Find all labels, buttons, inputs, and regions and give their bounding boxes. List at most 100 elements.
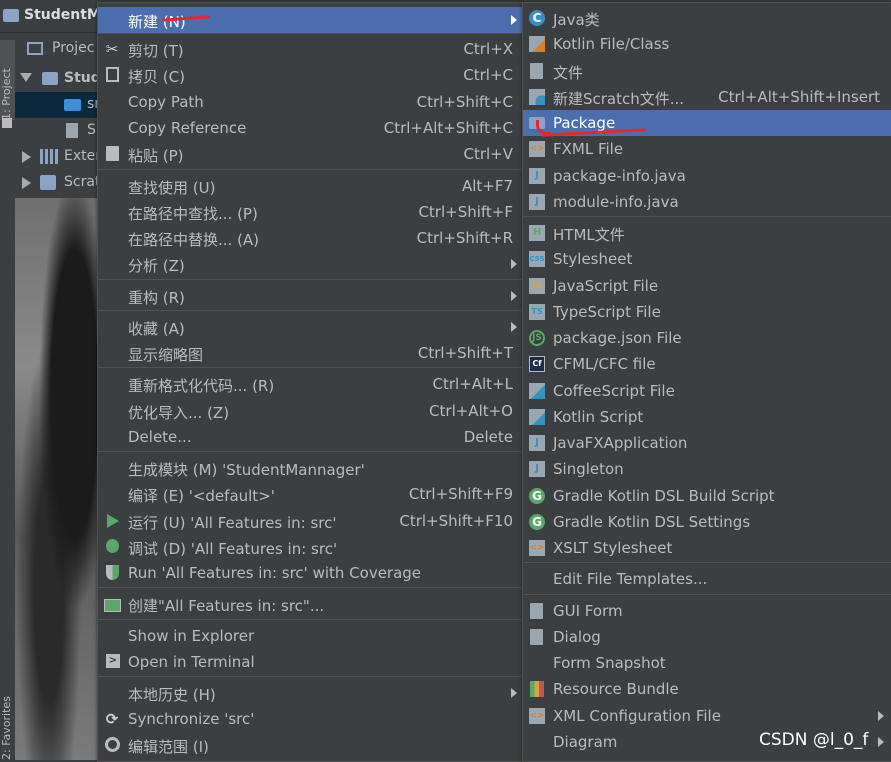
tree-row-src[interactable]: sr <box>15 92 100 118</box>
new-submenu-item[interactable]: Jmodule-info.java <box>523 189 891 215</box>
new-submenu-item[interactable]: TS TypeScript File <box>523 299 891 325</box>
project-title: StudentM <box>24 7 101 23</box>
new-submenu-item[interactable]: G Gradle Kotlin DSL Build Script <box>523 483 891 509</box>
new-submenu-item[interactable]: H HTML文件 <box>523 220 891 246</box>
favorites-tool-tab[interactable]: 2: Favorites <box>0 676 15 760</box>
new-submenu-item[interactable]: Dialog <box>523 624 891 650</box>
singleton-icon: J <box>529 461 545 477</box>
menu-item-label: 重新格式化代码... (R) <box>128 377 275 395</box>
context-menu-item[interactable]: Copy Path Ctrl+Shift+C <box>98 89 523 115</box>
resource-bundle-icon <box>530 681 544 697</box>
tree-row-project-view[interactable]: Projec <box>15 36 100 62</box>
expand-arrow-icon[interactable] <box>22 177 31 189</box>
context-menu-item[interactable]: 生成模块 (M) 'StudentMannager' <box>98 455 523 481</box>
context-menu-item[interactable]: Show in Explorer <box>98 623 523 649</box>
menu-item-label: 新建 (N) <box>128 13 186 31</box>
menu-item-label: 创建"All Features in: src"... <box>128 597 325 615</box>
context-menu-item[interactable]: 显示缩略图 Ctrl+Shift+T <box>98 340 523 366</box>
java-file-icon: J <box>529 168 545 184</box>
context-menu-item[interactable]: 重新格式化代码... (R) Ctrl+Alt+L <box>98 371 523 397</box>
new-submenu-item[interactable]: C Java类 <box>523 5 891 31</box>
context-menu-item[interactable]: 编辑范围 (I) <box>98 732 523 758</box>
context-menu-item[interactable]: 粘贴 (P) Ctrl+V <box>98 141 523 167</box>
expand-arrow-icon[interactable] <box>20 73 32 82</box>
new-submenu-item[interactable]: CoffeeScript File <box>523 378 891 404</box>
context-menu-item[interactable]: Run 'All Features in: src' with Coverage <box>98 560 523 586</box>
new-submenu-item[interactable]: J JavaFXApplication <box>523 430 891 456</box>
context-menu-item[interactable]: ⟳ Synchronize 'src' <box>98 706 523 732</box>
context-menu-item[interactable]: 编译 (E) '<default>' Ctrl+Shift+F9 <box>98 481 523 507</box>
submenu-arrow-icon <box>511 259 517 269</box>
tree-row-file[interactable]: S <box>15 118 100 144</box>
menu-item-shortcut: Ctrl+Alt+L <box>432 375 514 393</box>
tree-row-scratches[interactable]: Scrat <box>15 170 100 196</box>
menu-item-label: CoffeeScript File <box>553 382 675 400</box>
new-submenu-item[interactable]: 文件 <box>523 58 891 84</box>
menu-item-label: Package <box>553 114 616 132</box>
context-menu-item[interactable]: 重构 (R) <box>98 283 523 309</box>
context-menu-item[interactable]: 在路径中替换... (A) Ctrl+Shift+R <box>98 225 523 251</box>
tree-row-external-libraries[interactable]: Exter <box>15 144 100 170</box>
new-submenu-item[interactable]: Kotlin File/Class <box>523 31 891 57</box>
new-submenu-item[interactable]: JS package.json File <box>523 325 891 351</box>
tree-row-module[interactable]: Stud <box>15 66 100 92</box>
menu-item-label: package-info.java <box>553 167 686 185</box>
menu-separator <box>98 619 523 620</box>
context-menu-item[interactable]: Delete... Delete <box>98 424 523 450</box>
new-submenu-item[interactable]: GUI Form <box>523 598 891 624</box>
menu-item-label: Gradle Kotlin DSL Settings <box>553 513 751 531</box>
context-menu-item[interactable]: 查找使用 (U) Alt+F7 <box>98 173 523 199</box>
fxml-file-icon: <> <box>529 141 545 157</box>
submenu-arrow-icon <box>511 688 517 698</box>
copy-icon <box>106 67 119 82</box>
expand-arrow-icon[interactable] <box>22 151 31 163</box>
context-menu-item[interactable]: 本地历史 (H) <box>98 680 523 706</box>
new-submenu-item[interactable]: G Gradle Kotlin DSL Settings <box>523 509 891 535</box>
context-menu-item[interactable]: 创建"All Features in: src"... <box>98 591 523 617</box>
menu-item-shortcut: Ctrl+Alt+Shift+C <box>383 119 513 137</box>
new-submenu-item[interactable]: J Singleton <box>523 456 891 482</box>
context-menu-item[interactable]: 在路径中查找... (P) Ctrl+Shift+F <box>98 199 523 225</box>
menu-separator <box>523 594 891 595</box>
new-submenu-item[interactable]: Cf CFML/CFC file <box>523 351 891 377</box>
new-submenu-item[interactable]: <> XML Configuration File <box>523 703 891 729</box>
context-menu-item[interactable]: ✂ 剪切 (T) Ctrl+X <box>98 36 523 62</box>
context-menu-item[interactable]: 优化导入... (Z) Ctrl+Alt+O <box>98 398 523 424</box>
menu-item-label: 生成模块 (M) 'StudentMannager' <box>128 461 365 479</box>
context-menu-item[interactable]: 拷贝 (C) Ctrl+C <box>98 62 523 88</box>
watermark: CSDN @l_0_f <box>759 730 869 750</box>
new-submenu-item[interactable]: Resource Bundle <box>523 676 891 702</box>
new-submenu-item[interactable]: Form Snapshot <box>523 650 891 676</box>
menu-item-shortcut: Ctrl+Shift+C <box>416 93 513 111</box>
new-submenu-item[interactable]: <> XSLT Stylesheet <box>523 535 891 561</box>
context-menu-item[interactable]: 收藏 (A) <box>98 314 523 340</box>
java-file-icon: J <box>529 194 545 210</box>
menu-item-label: CFML/CFC file <box>553 355 656 373</box>
new-submenu-item[interactable]: Edit File Templates... <box>523 566 891 592</box>
structure-icon[interactable] <box>2 118 12 128</box>
context-menu-item[interactable]: Copy Reference Ctrl+Alt+Shift+C <box>98 115 523 141</box>
context-menu-item[interactable]: 分析 (Z) <box>98 251 523 277</box>
context-menu-item[interactable]: 调试 (D) 'All Features in: src' <box>98 534 523 560</box>
run-icon <box>107 514 119 528</box>
submenu-arrow-icon <box>878 737 884 747</box>
menu-item-label: Singleton <box>553 460 624 478</box>
kotlin-script-icon <box>529 409 545 425</box>
menu-separator <box>98 310 523 311</box>
new-submenu-item[interactable]: 新建Scratch文件... Ctrl+Alt+Shift+Insert <box>523 84 891 110</box>
menu-item-label: module-info.java <box>553 193 679 211</box>
coverage-icon <box>106 565 119 580</box>
new-submenu-item[interactable]: CSS Stylesheet <box>523 246 891 272</box>
new-submenu-item[interactable]: Jpackage-info.java <box>523 163 891 189</box>
menu-item-label: 拷贝 (C) <box>128 68 185 86</box>
context-menu-item[interactable]: 运行 (U) 'All Features in: src' Ctrl+Shift+… <box>98 508 523 534</box>
kotlin-file-icon <box>529 36 545 52</box>
new-submenu-item[interactable]: <> FXML File <box>523 136 891 162</box>
new-submenu-item[interactable]: JS JavaScript File <box>523 273 891 299</box>
menu-item-label: Gradle Kotlin DSL Build Script <box>553 487 775 505</box>
project-tool-tab[interactable]: 1: Project <box>0 40 15 120</box>
menu-item-label: 本地历史 (H) <box>128 686 216 704</box>
new-submenu-item[interactable]: Kotlin Script <box>523 404 891 430</box>
xslt-icon: <> <box>529 540 545 556</box>
context-menu-item[interactable]: > Open in Terminal <box>98 649 523 675</box>
